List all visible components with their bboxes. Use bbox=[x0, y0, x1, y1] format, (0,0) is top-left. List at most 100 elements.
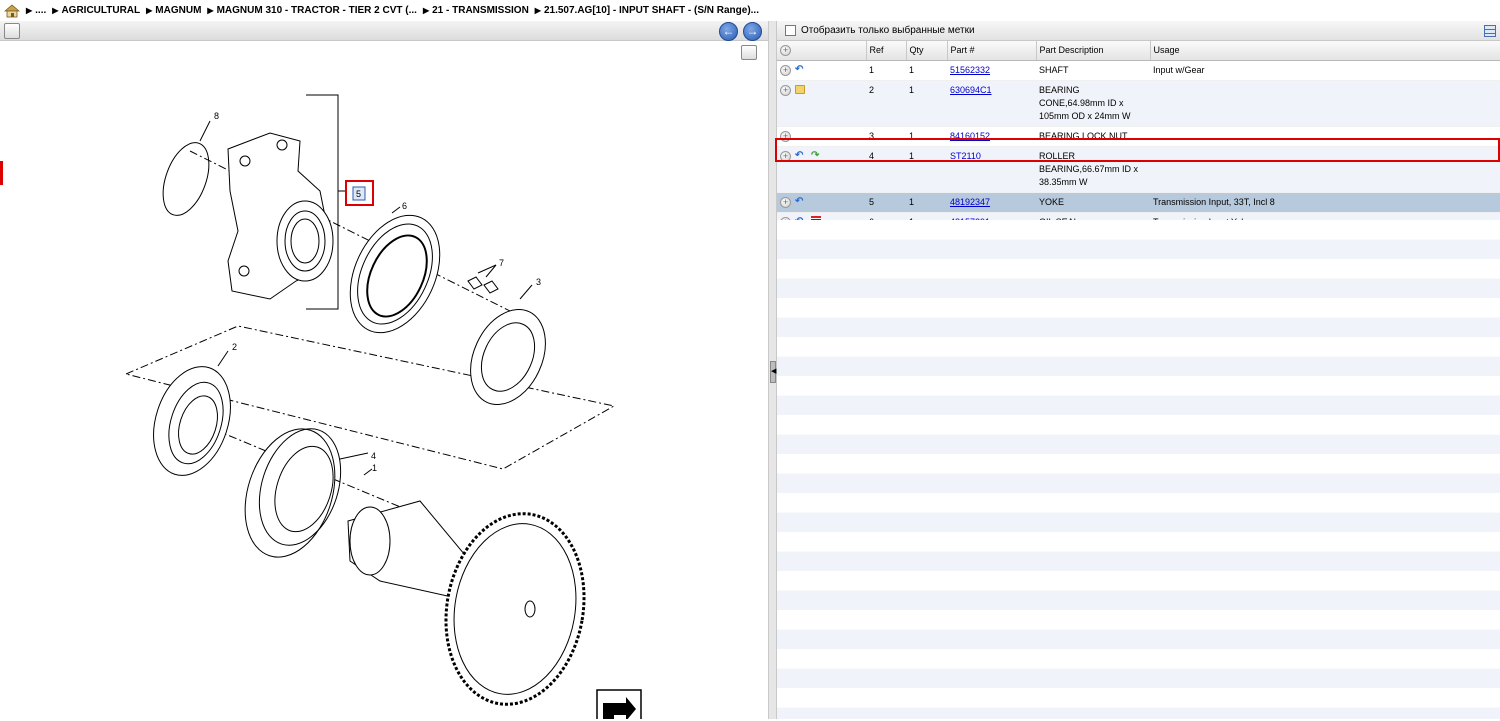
callout-4[interactable]: 4 bbox=[371, 451, 376, 461]
breadcrumb-item[interactable]: ▶ MAGNUM 310 - TRACTOR - TIER 2 CVT (... bbox=[207, 5, 417, 16]
filter-checkbox[interactable] bbox=[785, 25, 796, 36]
callout-5[interactable]: 5 bbox=[356, 189, 361, 199]
row-icons: +↶ bbox=[777, 60, 866, 81]
row-usage-cell: Input w/Gear bbox=[1150, 60, 1500, 81]
column-header-ref[interactable]: Ref bbox=[866, 41, 907, 61]
part-number-link-cell: 48192347 bbox=[947, 192, 1036, 213]
collapse-handle-icon[interactable]: ◀ bbox=[770, 361, 776, 383]
row-usage-cell bbox=[1150, 146, 1500, 193]
row-icons: +↶ bbox=[777, 192, 866, 213]
table-row[interactable]: +3 1 84160152 BEARING LOCK NUT bbox=[777, 126, 1500, 147]
export-icon[interactable] bbox=[4, 23, 20, 39]
row-description-cell: SHAFT bbox=[1036, 60, 1150, 81]
row-ref: 5 bbox=[869, 196, 875, 207]
breadcrumb-label: 21.507.AG[10] - INPUT SHAFT - (S/N Range… bbox=[543, 5, 759, 16]
callout-2[interactable]: 2 bbox=[232, 342, 237, 352]
breadcrumb-arrow-icon: ▶ bbox=[422, 6, 430, 15]
add-to-list-icon[interactable]: + bbox=[780, 196, 791, 208]
breadcrumb-item[interactable]: ▶.... bbox=[26, 5, 46, 16]
breadcrumb-item[interactable]: ▶ AGRICULTURAL bbox=[52, 5, 140, 16]
row-ref: 3 bbox=[869, 130, 875, 141]
row-icons: + bbox=[777, 126, 866, 147]
parts-pane: Отобразить только выбранные метки + Ref … bbox=[775, 21, 1500, 719]
breadcrumb-arrow-icon: ▶ bbox=[26, 6, 33, 15]
replacement-arrow-icon[interactable]: ↷ bbox=[811, 150, 823, 161]
table-row[interactable]: + ↶ ↷ 4 1 ST2110 ROLLER BEARING,66.67mm ID x 3… bbox=[777, 146, 1500, 193]
row-ref: 1 bbox=[869, 64, 875, 75]
next-page-icon[interactable] bbox=[596, 689, 642, 721]
part-number-link[interactable]: ST2110 bbox=[950, 151, 981, 161]
home-icon[interactable] bbox=[4, 3, 20, 18]
table-row[interactable]: +2 1 630694C1 BEARING CONE,64.98mm ID x 105… bbox=[777, 80, 1500, 127]
row-description-cell: BEARING CONE,64.98mm ID x 105mm OD x 24m… bbox=[1036, 80, 1150, 127]
part-number-link[interactable]: 48192347 bbox=[950, 197, 990, 207]
row-usage: Transmission Input, 33T, Incl 8 bbox=[1153, 196, 1275, 207]
diagram-pane: ← → 8 5 6 7 3 2 4 1 bbox=[0, 21, 768, 721]
pane-splitter[interactable]: ◀ bbox=[768, 21, 777, 719]
table-row[interactable]: + ↶ 1 1 51562332 SHAFT Input w/Gear bbox=[777, 60, 1500, 81]
row-ref-cell: 5 bbox=[866, 192, 906, 213]
row-icons: + ↶ ↷ bbox=[777, 146, 866, 193]
row-description: YOKE bbox=[1039, 196, 1065, 207]
grid-view-icon[interactable] bbox=[1484, 25, 1496, 37]
diagram-toolbar: ← → bbox=[0, 21, 768, 41]
reference-back-icon[interactable]: ↶ bbox=[795, 150, 807, 161]
callout-8[interactable]: 8 bbox=[214, 111, 219, 121]
breadcrumb-item[interactable]: ▶ MAGNUM bbox=[146, 5, 201, 16]
part-number-link-cell: 51562332 bbox=[947, 60, 1036, 81]
note-icon[interactable] bbox=[795, 84, 805, 94]
add-to-list-icon[interactable]: + bbox=[780, 130, 791, 142]
column-header-qty[interactable]: Qty bbox=[906, 41, 948, 61]
row-qty-cell: 1 bbox=[906, 192, 947, 213]
breadcrumb-item[interactable]: ▶ 21 - TRANSMISSION bbox=[423, 5, 529, 16]
row-qty-cell: 1 bbox=[906, 126, 947, 147]
row-description-cell: BEARING LOCK NUT bbox=[1036, 126, 1150, 147]
row-qty-cell: 1 bbox=[906, 80, 947, 127]
callout-1[interactable]: 1 bbox=[372, 463, 377, 473]
row-description: ROLLER BEARING,66.67mm ID x 38.35mm W bbox=[1039, 150, 1139, 187]
part-number-link-cell: ST2110 bbox=[947, 146, 1036, 193]
part-number-link[interactable]: 51562332 bbox=[950, 65, 990, 75]
filter-label: Отобразить только выбранные метки bbox=[801, 25, 975, 36]
reference-back-icon[interactable]: ↶ bbox=[795, 64, 807, 75]
column-header-usage[interactable]: Usage bbox=[1150, 41, 1500, 61]
part-number-link-cell: 630694C1 bbox=[947, 80, 1036, 127]
expand-all-icon[interactable]: + bbox=[780, 44, 791, 56]
breadcrumb-label: MAGNUM bbox=[155, 5, 202, 16]
callout-7[interactable]: 7 bbox=[499, 258, 504, 268]
row-ref-cell: 3 bbox=[866, 126, 906, 147]
add-to-list-icon[interactable]: + bbox=[780, 150, 791, 162]
empty-table-area bbox=[777, 220, 1500, 719]
table-row[interactable]: + ↶ 5 1 48192347 YOKE Transmission Input, 33T,… bbox=[777, 192, 1500, 213]
add-to-list-icon[interactable]: + bbox=[780, 84, 791, 96]
callout-6[interactable]: 6 bbox=[402, 201, 407, 211]
breadcrumb-arrow-icon: ▶ bbox=[52, 6, 59, 15]
breadcrumb-label: 21 - TRANSMISSION bbox=[432, 5, 529, 16]
reference-back-icon[interactable]: ↶ bbox=[795, 196, 807, 207]
row-icons: + bbox=[777, 80, 866, 127]
row-ref: 4 bbox=[869, 150, 875, 161]
row-qty: 1 bbox=[909, 130, 915, 141]
column-header-part[interactable]: Part # bbox=[947, 41, 1037, 61]
back-arrow-icon[interactable]: ← bbox=[719, 22, 738, 41]
row-ref: 2 bbox=[869, 84, 875, 95]
breadcrumb-label: MAGNUM 310 - TRACTOR - TIER 2 CVT (... bbox=[216, 5, 417, 16]
row-ref-cell: 4 bbox=[866, 146, 906, 193]
part-number-link[interactable]: 630694C1 bbox=[950, 85, 992, 95]
row-ref-cell: 2 bbox=[866, 80, 906, 127]
row-usage-cell bbox=[1150, 126, 1500, 147]
breadcrumb-item[interactable]: ▶ 21.507.AG[10] - INPUT SHAFT - (S/N Rang… bbox=[535, 5, 759, 16]
row-qty: 1 bbox=[909, 196, 915, 207]
forward-arrow-icon[interactable]: → bbox=[743, 22, 762, 41]
breadcrumb: ▶.... ▶ AGRICULTURAL ▶ MAGNUM ▶ MAGNUM 310 - T… bbox=[0, 0, 1500, 21]
row-usage-cell bbox=[1150, 80, 1500, 127]
add-to-list-icon[interactable]: + bbox=[780, 64, 791, 76]
row-qty: 1 bbox=[909, 64, 915, 75]
part-number-link-cell: 84160152 bbox=[947, 126, 1036, 147]
column-header-description[interactable]: Part Description bbox=[1036, 41, 1151, 61]
row-description: BEARING LOCK NUT bbox=[1039, 130, 1128, 141]
row-ref-cell: 1 bbox=[866, 60, 906, 81]
exploded-diagram: 8 5 6 7 3 2 4 1 bbox=[0, 41, 768, 721]
part-number-link[interactable]: 84160152 bbox=[950, 131, 990, 141]
callout-3[interactable]: 3 bbox=[536, 277, 541, 287]
